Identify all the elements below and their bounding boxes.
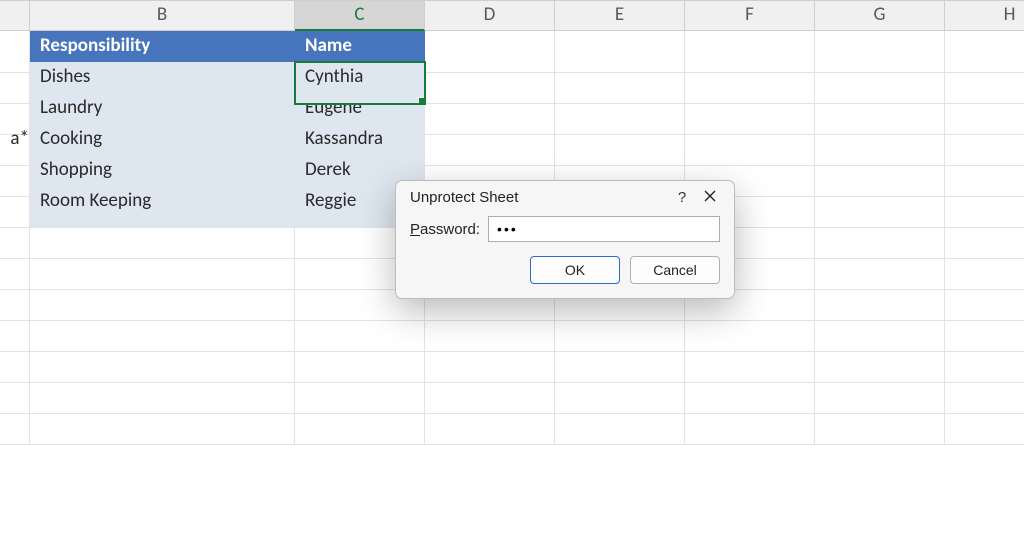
- password-label: Password:: [410, 221, 480, 238]
- cell[interactable]: [685, 403, 815, 445]
- cell[interactable]: [945, 403, 1024, 445]
- column-header[interactable]: D: [425, 0, 555, 31]
- column-header[interactable]: E: [555, 0, 685, 31]
- column-header[interactable]: B: [30, 0, 295, 31]
- password-input[interactable]: [488, 216, 720, 242]
- cell[interactable]: [30, 403, 295, 445]
- column-header-active[interactable]: C: [295, 0, 425, 31]
- ok-button[interactable]: OK: [530, 256, 620, 284]
- dialog-body: Password: OK Cancel: [396, 212, 734, 298]
- cancel-button[interactable]: Cancel: [630, 256, 720, 284]
- help-icon[interactable]: ?: [668, 189, 696, 206]
- cell[interactable]: [295, 403, 425, 445]
- password-row: Password:: [410, 216, 720, 242]
- column-header[interactable]: F: [685, 0, 815, 31]
- column-header[interactable]: G: [815, 0, 945, 31]
- column-header[interactable]: H: [945, 0, 1024, 31]
- cell[interactable]: [815, 403, 945, 445]
- dialog-titlebar[interactable]: Unprotect Sheet ?: [396, 181, 734, 212]
- cell[interactable]: [425, 403, 555, 445]
- column-header-corner: [0, 0, 30, 31]
- dialog-buttons: OK Cancel: [410, 256, 720, 284]
- close-icon[interactable]: [696, 189, 724, 206]
- selected-cell[interactable]: Cynthia: [295, 62, 425, 104]
- dialog-title: Unprotect Sheet: [410, 189, 668, 206]
- cell[interactable]: [555, 403, 685, 445]
- row-stub[interactable]: [0, 403, 30, 445]
- unprotect-sheet-dialog: Unprotect Sheet ? Password: OK Cancel: [395, 180, 735, 299]
